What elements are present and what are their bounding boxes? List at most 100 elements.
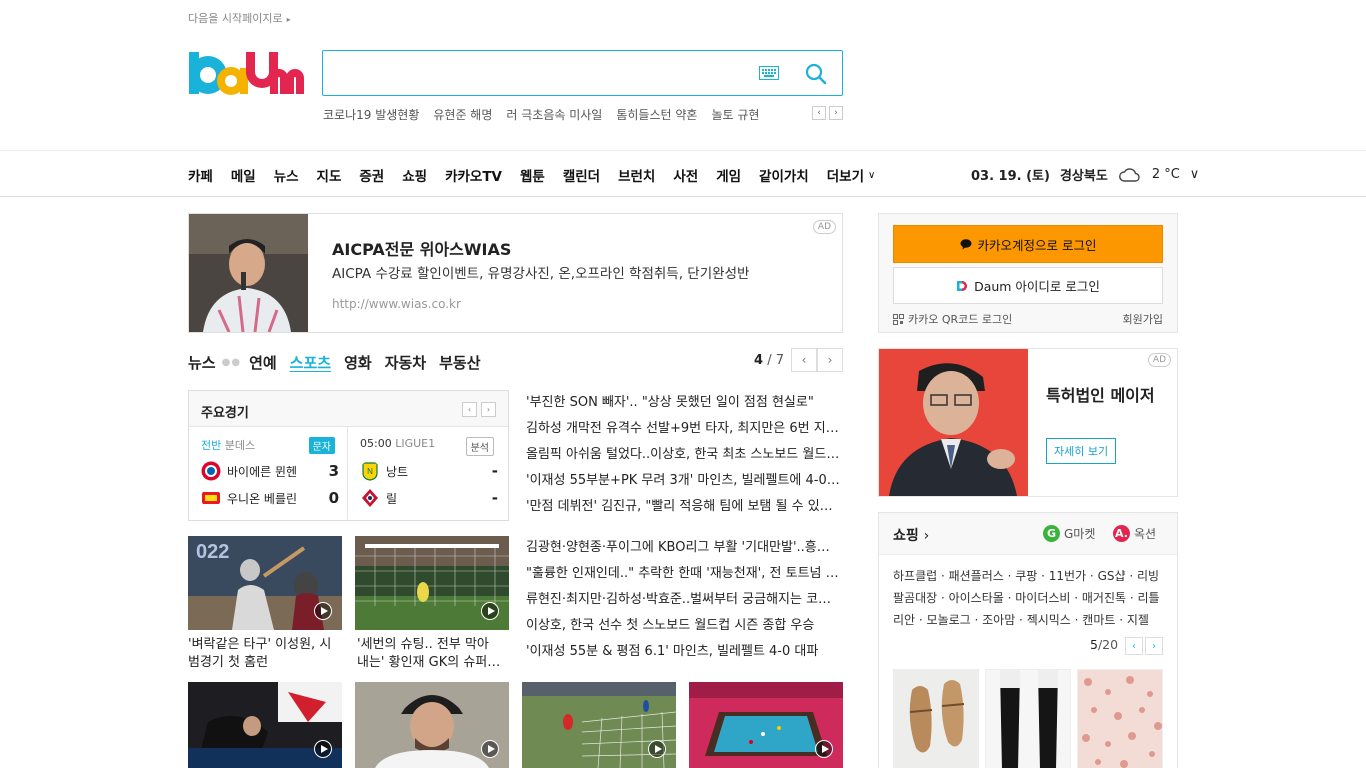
trend-next-button[interactable]: › xyxy=(829,106,843,120)
video-caption[interactable]: '벼락같은 타구' 이성원, 시 범경기 첫 홈런 xyxy=(188,636,342,672)
video-thumbnail[interactable] xyxy=(355,682,509,768)
shopping-next-button[interactable]: › xyxy=(1145,637,1163,655)
nav-item-news[interactable]: 뉴스 xyxy=(274,165,299,185)
video-thumbnail[interactable]: 022 xyxy=(188,536,342,630)
headline-link[interactable]: 이상호, 한국 선수 첫 스노보드 월드컵 시즌 종합 우승 xyxy=(526,613,840,639)
video-thumbnail[interactable] xyxy=(188,682,342,768)
nav-item-shopping[interactable]: 쇼핑 xyxy=(402,165,427,185)
tab-entertainment[interactable]: 연예 xyxy=(249,352,277,373)
video-thumbnail[interactable] xyxy=(522,682,676,768)
analysis-badge[interactable]: 분석 xyxy=(465,437,494,456)
trend-prev-button[interactable]: ‹ xyxy=(812,106,826,120)
play-icon xyxy=(648,740,666,758)
tab-news[interactable]: 뉴스 xyxy=(188,352,216,373)
search-icon[interactable] xyxy=(805,63,827,85)
right-ad-photo xyxy=(879,349,1028,496)
tab-car[interactable]: 자동차 xyxy=(385,352,426,373)
team-row: 우니온 베를린 0 xyxy=(201,488,339,508)
product-thumbnail[interactable] xyxy=(893,669,979,768)
headline-link[interactable]: 김하성 개막전 유격수 선발+9번 타자, 최지만은 6번 지명타자 xyxy=(526,416,840,442)
daum-login-button[interactable]: Daum 아이디로 로그인 xyxy=(893,267,1163,304)
nav-item-map[interactable]: 지도 xyxy=(317,165,342,185)
team-name: 릴 xyxy=(386,491,398,506)
tab-movie[interactable]: 영화 xyxy=(344,352,372,373)
shopping-prev-button[interactable]: ‹ xyxy=(1125,637,1143,655)
kakao-login-label: 카카오계정으로 로그인 xyxy=(977,237,1097,253)
games-next-button[interactable]: › xyxy=(481,402,496,417)
trend-keyword[interactable]: 놀토 규현 xyxy=(711,106,759,123)
ad-banner[interactable]: AD AICPA전문 위아스WIAS AICPA 수강료 할인이벤트, 유명강사… xyxy=(188,213,843,333)
team-name: 바이에른 뮌헨 xyxy=(227,464,298,479)
trend-keyword[interactable]: 코로나19 발생현황 xyxy=(323,106,419,123)
product-thumbnail[interactable] xyxy=(1077,669,1163,768)
bedding-product-image xyxy=(1078,670,1162,768)
ad-banner-title[interactable]: AICPA전문 위아스WIAS xyxy=(332,236,511,260)
nav-item-mail[interactable]: 메일 xyxy=(231,165,256,185)
nav-item-calendar[interactable]: 캘린더 xyxy=(563,165,600,185)
news-prev-button[interactable]: ‹ xyxy=(791,348,817,372)
nav-item-kakaotv[interactable]: 카카오TV xyxy=(445,165,502,185)
headline-link[interactable]: 류현진·최지만·김하성·박효준..벌써부터 궁금해지는 코리안 빅리거 xyxy=(526,587,840,613)
weather-widget[interactable]: 03. 19. (토) 경상북도 2 °C ∨ xyxy=(971,165,1199,184)
trend-keyword[interactable]: 유현준 해명 xyxy=(433,106,492,123)
headline-link[interactable]: '부진한 SON 빼자'.. "상상 못했던 일이 점점 현실로" xyxy=(526,390,840,416)
nav-item-dictionary[interactable]: 사전 xyxy=(673,165,698,185)
headline-link[interactable]: 올림픽 아쉬움 털었다..이상호, 한국 최초 스노보드 월드컵 종합 우승 xyxy=(526,442,840,468)
chevron-left-icon: ‹ xyxy=(817,108,821,118)
game-card[interactable]: 05:00 LIGUE1 분석 N 낭트 - 릴 - xyxy=(348,427,506,520)
nantes-crest-icon: N xyxy=(362,462,378,481)
ad-banner-description[interactable]: AICPA 수강료 할인이벤트, 유명강사진, 온,오프라인 학점취득, 단기완… xyxy=(332,262,749,282)
nav-item-brunch[interactable]: 브런치 xyxy=(618,165,655,185)
daum-logo[interactable] xyxy=(188,48,306,100)
search-input[interactable] xyxy=(322,50,843,96)
team-score: - xyxy=(491,462,498,480)
news-page-current: 4 xyxy=(754,353,764,368)
games-prev-button[interactable]: ‹ xyxy=(462,402,477,417)
game-card[interactable]: 전반 분데스 문자 바이에른 뮌헨 3 우니온 베를린 0 xyxy=(189,427,347,520)
video-caption[interactable]: '세번의 슈팅.. 전부 막아 내는' 황인재 GK의 슈퍼세이브 xyxy=(357,636,511,672)
sports-headline-list: 김광현·양현종·푸이그에 KBO리그 부활 '기대만발'..흥행 청신호 "훌륭… xyxy=(526,535,840,665)
auction-link[interactable]: A. 옥션 xyxy=(1113,525,1156,542)
right-ad-banner[interactable]: AD 특허법인 메이저 자세히 보기 xyxy=(878,348,1178,497)
nav-item-webtoon[interactable]: 웹툰 xyxy=(520,165,545,185)
qr-login-link[interactable]: 카카오 QR코드 로그인 xyxy=(893,311,1012,327)
headline-link[interactable]: "훌륭한 인재인데.." 추락한 한때 '재능천재', 전 토트넘 유망주 xyxy=(526,561,840,587)
gmarket-label: G마켓 xyxy=(1064,527,1096,541)
lille-crest-icon xyxy=(362,489,378,507)
ad-banner-url[interactable]: http://www.wias.co.kr xyxy=(332,297,461,311)
nav-item-more[interactable]: 더보기 ∨ xyxy=(827,165,876,185)
bayern-crest-icon xyxy=(201,461,221,481)
gmarket-link[interactable]: G G마켓 xyxy=(1043,525,1095,542)
nav-item-cafe[interactable]: 카페 xyxy=(188,165,213,185)
headline-link[interactable]: '이재성 55분 & 평점 6.1' 마인츠, 빌레펠트 4-0 대파 xyxy=(526,639,840,665)
nav-item-stock[interactable]: 증권 xyxy=(359,165,384,185)
kakao-login-button[interactable]: 카카오계정으로 로그인 xyxy=(893,225,1163,263)
headline-link[interactable]: 김광현·양현종·푸이그에 KBO리그 부활 '기대만발'..흥행 청신호 xyxy=(526,535,840,561)
shopping-title-link[interactable]: 쇼핑 › xyxy=(893,525,929,545)
chevron-left-icon: ‹ xyxy=(467,405,472,414)
trend-keyword[interactable]: 러 극초음속 미사일 xyxy=(506,106,602,123)
nav-item-together[interactable]: 같이가치 xyxy=(759,165,809,185)
trend-keyword[interactable]: 톰히들스턴 약혼 xyxy=(616,106,697,123)
nav-item-game[interactable]: 게임 xyxy=(716,165,741,185)
tab-realestate[interactable]: 부동산 xyxy=(439,352,480,373)
shopping-header: 쇼핑 › G G마켓 A. 옥션 xyxy=(879,513,1177,555)
headline-link[interactable]: '이재성 55부분+PK 무려 3개' 마인츠, 빌레펠트에 4-0 대승 xyxy=(526,468,840,494)
live-text-badge[interactable]: 문자 xyxy=(308,437,335,454)
play-icon xyxy=(815,740,833,758)
product-thumbnail[interactable] xyxy=(985,669,1071,768)
keyboard-icon[interactable] xyxy=(759,66,779,80)
play-icon xyxy=(481,740,499,758)
signup-link[interactable]: 회원가입 xyxy=(1123,311,1163,327)
right-ad-more-button[interactable]: 자세히 보기 xyxy=(1046,438,1117,464)
video-thumbnail[interactable] xyxy=(689,682,843,768)
news-next-button[interactable]: › xyxy=(817,348,843,372)
shopping-mall-links[interactable]: 하프클럽 · 패션플러스 · 쿠팡 · 11번가 · GS샵 · 리빙팔곰대장 … xyxy=(893,565,1165,631)
video-thumbnail[interactable] xyxy=(355,536,509,630)
set-homepage-link[interactable]: 다음을 시작페이지로 ▸ xyxy=(188,10,291,26)
right-ad-title[interactable]: 특허법인 메이저 xyxy=(1046,385,1166,406)
game-status: 05:00 LIGUE1 xyxy=(360,437,436,450)
tab-sports[interactable]: 스포츠 xyxy=(290,352,331,373)
headline-link[interactable]: '만점 데뷔전' 김진규, "빨리 적응해 팀에 보탬 될 수 있어 기쁘다" xyxy=(526,494,840,520)
service-nav-list: 카페 메일 뉴스 지도 증권 쇼핑 카카오TV 웹툰 캘린더 브런치 사전 게임… xyxy=(188,165,893,185)
